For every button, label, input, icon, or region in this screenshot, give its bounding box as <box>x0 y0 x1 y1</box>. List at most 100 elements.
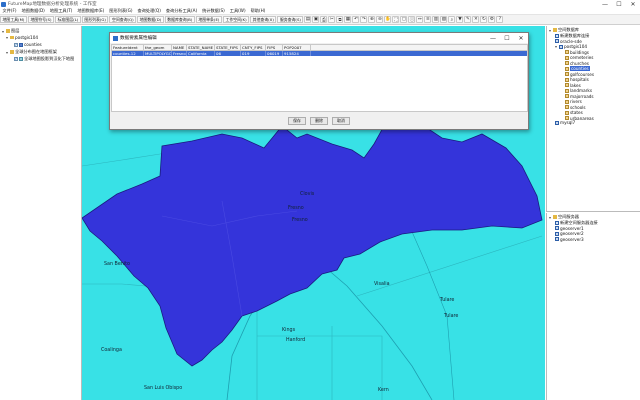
pan-icon[interactable]: ✋ <box>384 16 392 23</box>
copy-icon[interactable]: ⧉ <box>336 16 344 23</box>
dialog-close-button[interactable]: ✕ <box>514 33 528 43</box>
catalog-table-golfcourses[interactable]: golfcourses <box>565 72 594 77</box>
search-icon[interactable]: ⌕ <box>448 16 456 23</box>
undo-icon[interactable]: ↶ <box>352 16 360 23</box>
redo-icon[interactable]: ↷ <box>360 16 368 23</box>
catalog-table-states[interactable]: states <box>565 110 583 115</box>
menu-map-database[interactable]: 地图数据库(E) <box>75 8 107 14</box>
table-cell[interactable]: Fresno <box>172 51 187 56</box>
cut-icon[interactable]: ✂ <box>328 16 336 23</box>
table-cell[interactable]: counties.12 <box>112 51 144 56</box>
toolbar-button-other-query[interactable]: 其他查询(X) <box>250 16 277 23</box>
table-cell[interactable]: California <box>187 51 215 56</box>
layer-icon[interactable]: ≡ <box>424 16 432 23</box>
catalog-table-majorroads[interactable]: majorroads <box>565 94 594 99</box>
column-header[interactable]: STATE_NAME <box>187 45 215 50</box>
layer-checkbox[interactable]: ✓ <box>14 42 18 47</box>
table-cell[interactable]: 06019 <box>266 51 283 56</box>
services-item[interactable]: geoserver2 <box>555 231 584 236</box>
menu-statistics[interactable]: 统计数据(S) <box>200 8 228 14</box>
menu-map-data[interactable]: 地图数据(D) <box>19 8 47 14</box>
column-header[interactable]: CNTY_FIPS <box>241 45 266 50</box>
minimize-button[interactable]: — <box>598 0 612 8</box>
attribute-grid[interactable]: FeatureIdent the_geom NAME STATE_NAME ST… <box>111 44 528 112</box>
table-cell[interactable]: 915824 <box>283 51 311 56</box>
catalog-table-schools[interactable]: schools <box>565 105 586 110</box>
catalog-table-lakes[interactable]: lakes <box>565 83 581 88</box>
toolbar-button-db-query[interactable]: 数据库查询(B) <box>164 16 195 23</box>
tree-layer-counties[interactable]: ✓ counties <box>14 42 42 47</box>
column-header[interactable]: FIPS <box>266 45 283 50</box>
table-cell[interactable]: 06 <box>215 51 241 56</box>
paste-icon[interactable]: ▦ <box>344 16 352 23</box>
catalog-table-buildings[interactable]: buildings <box>565 50 589 55</box>
toolbar-button-map-single[interactable]: 地图单条(E) <box>195 16 222 23</box>
delete-icon[interactable]: ✕ <box>472 16 480 23</box>
tree-sub-layer[interactable]: ✓ 全球地图投影到汉化下地图 <box>14 56 74 62</box>
select-icon[interactable]: ▢ <box>400 16 408 23</box>
toolbar-button-graphic-list[interactable]: 图形列表(G) <box>81 16 109 23</box>
table-row[interactable]: counties.12 MULTIPOLYGON Fresno Californ… <box>112 51 527 56</box>
open-icon[interactable]: ▤ <box>304 16 312 23</box>
toolbar-button-map-symbols[interactable]: 地图符号(S) <box>27 16 55 23</box>
column-header[interactable]: FeatureIdent <box>112 45 144 50</box>
menu-graphic-list[interactable]: 图形列表(G) <box>107 8 135 14</box>
catalog-table-hospitals[interactable]: hospitals <box>565 77 589 82</box>
menu-query-tools[interactable]: 查询分析工具(A) <box>163 8 199 14</box>
chart-icon[interactable]: ▧ <box>440 16 448 23</box>
menu-file[interactable]: 文件(F) <box>0 8 19 14</box>
catalog-conn-mysql[interactable]: mysql7 <box>555 120 575 125</box>
table-icon[interactable]: ▥ <box>432 16 440 23</box>
identify-icon[interactable]: ⓘ <box>408 16 416 23</box>
tree-root[interactable]: ▾ 图层 <box>2 28 19 34</box>
catalog-table-counties[interactable]: counties <box>565 66 590 71</box>
save-icon[interactable]: ▣ <box>312 16 320 23</box>
table-cell[interactable]: 019 <box>241 51 266 56</box>
maximize-button[interactable]: ☐ <box>612 0 626 8</box>
save-button[interactable]: 保存 <box>288 117 306 125</box>
catalog-table-cemeteries[interactable]: cemeteries <box>565 55 593 60</box>
toolbar-button-map-tools[interactable]: 地图工具(M) <box>0 16 27 23</box>
cancel-button[interactable]: 取消 <box>332 117 350 125</box>
toolbar-button-spatial-query[interactable]: 空间查询(Q) <box>109 16 137 23</box>
menu-query[interactable]: 查询处理(Q) <box>135 8 163 14</box>
toolbar-button-map-data[interactable]: 地图数据(D) <box>137 16 164 23</box>
full-extent-icon[interactable]: ⛶ <box>392 16 400 23</box>
services-item[interactable]: geoserver3 <box>555 237 584 242</box>
menu-map-tools[interactable]: 地图工具(T) <box>47 8 75 14</box>
catalog-conn-postgis[interactable]: ▾ postgis104 <box>555 44 587 49</box>
filter-icon[interactable]: ▼ <box>456 16 464 23</box>
dialog-maximize-button[interactable]: ☐ <box>500 33 514 43</box>
print-icon[interactable]: ⎙ <box>320 16 328 23</box>
toolbar-button-service-query[interactable]: 服务查询(S) <box>277 16 304 23</box>
catalog-table-rivers[interactable]: rivers <box>565 99 582 104</box>
tree-map-group[interactable]: ▾ postgis104 <box>6 35 38 40</box>
catalog-table-label: buildings <box>570 49 589 55</box>
zoom-in-icon[interactable]: ⊕ <box>368 16 376 23</box>
settings-icon[interactable]: ⚙ <box>488 16 496 23</box>
menu-tools[interactable]: 工具(W) <box>227 8 248 14</box>
menu-help[interactable]: 帮助(H) <box>248 8 268 14</box>
catalog-table-landmarks[interactable]: landmarks <box>565 88 592 93</box>
catalog-conn-oracle[interactable]: oracle-sde <box>555 39 582 44</box>
measure-icon[interactable]: ↔ <box>416 16 424 23</box>
zoom-out-icon[interactable]: ⊖ <box>376 16 384 23</box>
layer-checkbox[interactable]: ✓ <box>14 57 18 61</box>
services-item[interactable]: geoserver1 <box>555 226 584 231</box>
close-button[interactable]: ✕ <box>626 0 640 8</box>
catalog-table-churches[interactable]: churches <box>565 61 589 66</box>
refresh-icon[interactable]: ↻ <box>480 16 488 23</box>
column-header[interactable]: NAME <box>172 45 187 50</box>
tree-sub-group[interactable]: ▾ 全球分布图在地图框架 <box>6 49 57 55</box>
dialog-minimize-button[interactable]: — <box>486 33 500 43</box>
toolbar-button-workspace[interactable]: 工作空间(K) <box>222 16 250 23</box>
column-header[interactable]: the_geom <box>144 45 172 50</box>
column-header[interactable]: POP2007 <box>283 45 311 50</box>
column-header[interactable]: STATE_FIPS <box>215 45 241 50</box>
dialog-title-bar[interactable]: 数据要素属性编辑 — ☐ ✕ <box>110 33 528 43</box>
help-icon[interactable]: ? <box>496 16 504 23</box>
table-cell[interactable]: MULTIPOLYGON <box>144 51 172 56</box>
edit-icon[interactable]: ✎ <box>464 16 472 23</box>
toolbar-button-layers[interactable]: 标准图层(L) <box>55 16 81 23</box>
delete-button[interactable]: 删除 <box>310 117 328 125</box>
